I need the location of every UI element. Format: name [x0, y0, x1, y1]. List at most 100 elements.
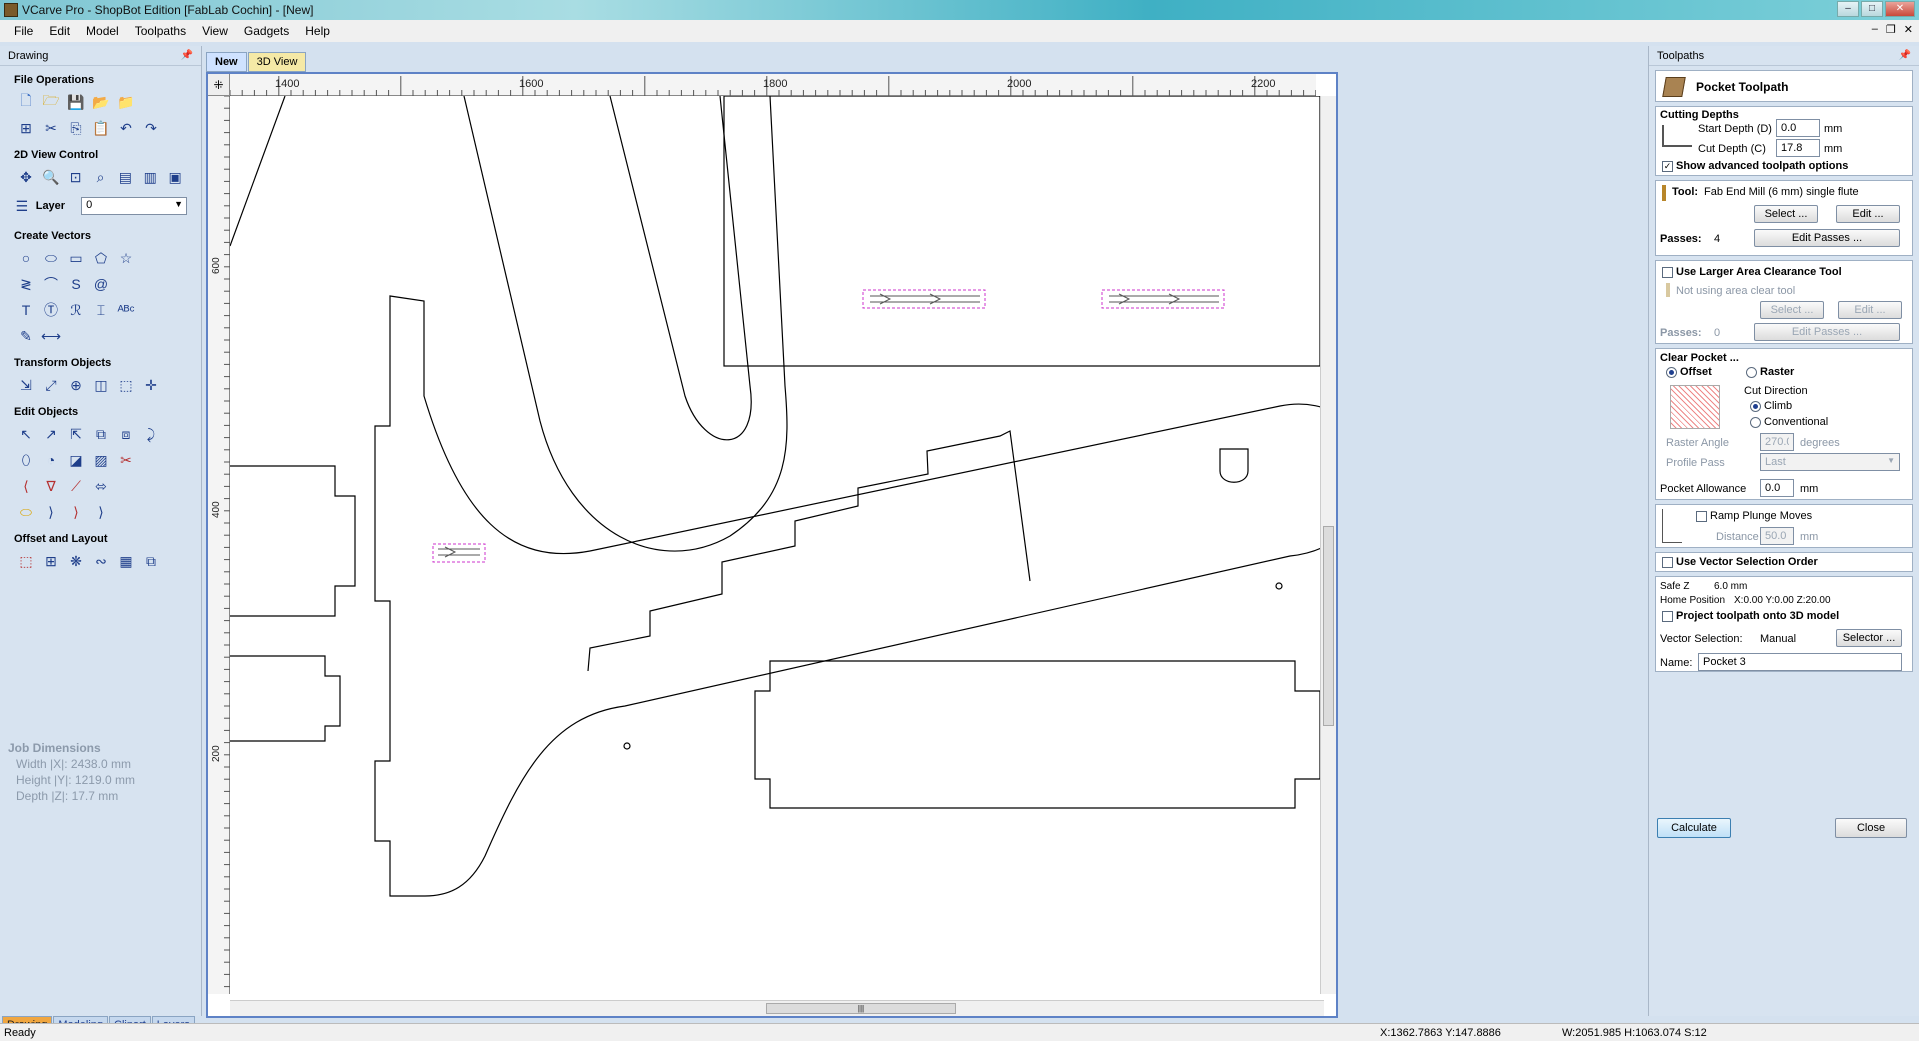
close-vector-icon[interactable]: ⬄ — [91, 476, 111, 496]
close-button[interactable]: Close — [1835, 818, 1907, 838]
maximize-icon[interactable]: □ — [1861, 1, 1883, 17]
undo-icon[interactable]: ↶ — [116, 118, 136, 138]
area-edit-passes-button[interactable]: Edit Passes ... — [1754, 323, 1900, 341]
tool-select-button[interactable]: Select ... — [1754, 205, 1818, 223]
new-file-icon[interactable]: 🗋 — [16, 92, 36, 112]
nesting-icon[interactable]: ⧉ — [141, 551, 161, 571]
zoom-extents-icon[interactable]: ⊡ — [66, 167, 86, 187]
align-icon[interactable]: ⊕ — [66, 375, 86, 395]
edit-passes-button[interactable]: Edit Passes ... — [1754, 229, 1900, 247]
circular-array-icon[interactable]: ❋ — [66, 551, 86, 571]
polygon-icon[interactable]: ⬠ — [91, 248, 111, 268]
save-icon[interactable]: 💾 — [66, 92, 86, 112]
advanced-options-checkbox[interactable]: ✓ — [1662, 161, 1673, 172]
project-checkbox[interactable] — [1662, 611, 1673, 622]
ellipse-icon[interactable]: ⬭ — [41, 248, 61, 268]
star-icon[interactable]: ☆ — [116, 248, 136, 268]
text-arc-icon[interactable]: ⌶ — [91, 300, 111, 320]
polyline-icon[interactable]: ≷ — [16, 274, 36, 294]
menu-view[interactable]: View — [194, 24, 236, 38]
curve-fit-icon[interactable]: ⟩ — [41, 502, 61, 522]
zoom-box-icon[interactable]: ⌕ — [91, 167, 111, 187]
weld-icon[interactable]: ⬯ — [16, 450, 36, 470]
vector-order-checkbox[interactable] — [1662, 557, 1673, 568]
select-similar-icon[interactable]: ⇱ — [66, 424, 86, 444]
minimize-icon[interactable]: – — [1837, 1, 1859, 17]
copy-icon[interactable]: ⎘ — [66, 118, 86, 138]
offset-radio[interactable] — [1666, 367, 1677, 378]
menu-gadgets[interactable]: Gadgets — [236, 24, 297, 38]
selector-button[interactable]: Selector ... — [1836, 629, 1902, 647]
intersect-icon[interactable]: ◪ — [66, 450, 86, 470]
calculate-button[interactable]: Calculate — [1657, 818, 1731, 838]
view-toggle-icon[interactable]: ▣ — [165, 167, 185, 187]
job-setup-icon[interactable]: ⊞ — [16, 118, 36, 138]
move-icon[interactable]: ⇲ — [16, 375, 36, 395]
scale-icon[interactable]: ⤢ — [41, 375, 61, 395]
tool-edit-button[interactable]: Edit ... — [1836, 205, 1900, 223]
dimension-icon[interactable]: ⟷ — [41, 326, 61, 346]
menu-toolpaths[interactable]: Toolpaths — [127, 24, 194, 38]
distort-icon[interactable]: ⬚ — [116, 375, 136, 395]
name-input[interactable] — [1698, 653, 1902, 671]
vertical-scrollbar[interactable] — [1320, 96, 1336, 994]
center-icon[interactable]: ✛ — [141, 375, 161, 395]
zoom-icon[interactable]: 🔍 — [41, 167, 61, 187]
offset-icon[interactable]: ⬚ — [16, 551, 36, 571]
ramp-checkbox[interactable] — [1696, 511, 1707, 522]
circle-icon[interactable]: ○ — [16, 248, 36, 268]
menu-help[interactable]: Help — [297, 24, 338, 38]
import-bitmap-icon[interactable]: 📁 — [116, 92, 136, 112]
cut-depth-input[interactable] — [1776, 139, 1820, 157]
subtract-icon[interactable]: ◔ — [41, 450, 61, 470]
tab-new[interactable]: New — [206, 52, 247, 72]
ungroup-icon[interactable]: ⧈ — [116, 424, 136, 444]
curve-icon[interactable]: S — [66, 274, 86, 294]
horizontal-scrollbar[interactable]: ||| — [230, 1000, 1324, 1016]
scissors-icon[interactable]: ✂ — [116, 450, 136, 470]
mdi-restore-icon[interactable]: ❐ — [1886, 23, 1896, 36]
smooth-icon[interactable]: ⬭ — [16, 502, 36, 522]
pin-icon[interactable]: 📌 — [1899, 50, 1911, 61]
profile-pass-select[interactable]: Last ▼ — [1760, 453, 1900, 471]
tab-3d-view[interactable]: 3D View — [247, 52, 307, 72]
node-edit-icon[interactable]: ↗ — [41, 424, 61, 444]
mdi-minimize-icon[interactable]: – — [1872, 23, 1878, 36]
mdi-close-icon[interactable]: ✕ — [1904, 23, 1913, 36]
open-file-icon[interactable]: 🗁 — [41, 92, 61, 112]
extend-vector-icon[interactable]: ⟩ — [66, 502, 86, 522]
text-icon[interactable]: T — [16, 300, 36, 320]
auto-layout-text-icon[interactable]: Ⓣ — [41, 300, 61, 320]
redo-icon[interactable]: ↷ — [141, 118, 161, 138]
pin-icon[interactable]: 📌 — [181, 50, 193, 61]
trace-bitmap-icon[interactable]: ✎ — [16, 326, 36, 346]
copy-along-icon[interactable]: ∾ — [91, 551, 111, 571]
scroll-thumb[interactable]: ||| — [766, 1003, 956, 1014]
extend-icon[interactable]: ⟋ — [66, 476, 86, 496]
conventional-radio[interactable] — [1750, 417, 1761, 428]
mirror-icon[interactable]: ◫ — [91, 375, 111, 395]
start-depth-input[interactable] — [1776, 119, 1820, 137]
fillet-icon[interactable]: ⟨ — [16, 476, 36, 496]
trim-icon[interactable]: ⤸ — [141, 424, 161, 444]
menu-file[interactable]: File — [6, 24, 41, 38]
drawing-view[interactable]: ⁜ 1400 1600 1800 2000 2200 600 400 200 |… — [206, 72, 1338, 1018]
grid-icon[interactable]: ▦ — [116, 551, 136, 571]
text-on-curve-icon[interactable]: ℛ — [66, 300, 86, 320]
import-icon[interactable]: 📂 — [91, 92, 111, 112]
menu-model[interactable]: Model — [78, 24, 127, 38]
close-icon[interactable]: ✕ — [1885, 1, 1915, 17]
join-icon[interactable]: ▨ — [91, 450, 111, 470]
cut-vector-icon[interactable]: ⟩ — [91, 502, 111, 522]
area-clear-checkbox[interactable] — [1662, 267, 1673, 278]
scroll-thumb[interactable] — [1323, 526, 1334, 726]
area-edit-button[interactable]: Edit ... — [1838, 301, 1902, 319]
distance-input[interactable] — [1760, 527, 1794, 545]
arc-icon[interactable]: ⌒ — [41, 274, 61, 294]
array-icon[interactable]: ⊞ — [41, 551, 61, 571]
drawing-canvas[interactable] — [230, 96, 1322, 994]
paste-icon[interactable]: 📋 — [91, 118, 111, 138]
area-select-button[interactable]: Select ... — [1760, 301, 1824, 319]
view-3d-icon[interactable]: ▥ — [140, 167, 160, 187]
raster-angle-input[interactable] — [1760, 433, 1794, 451]
